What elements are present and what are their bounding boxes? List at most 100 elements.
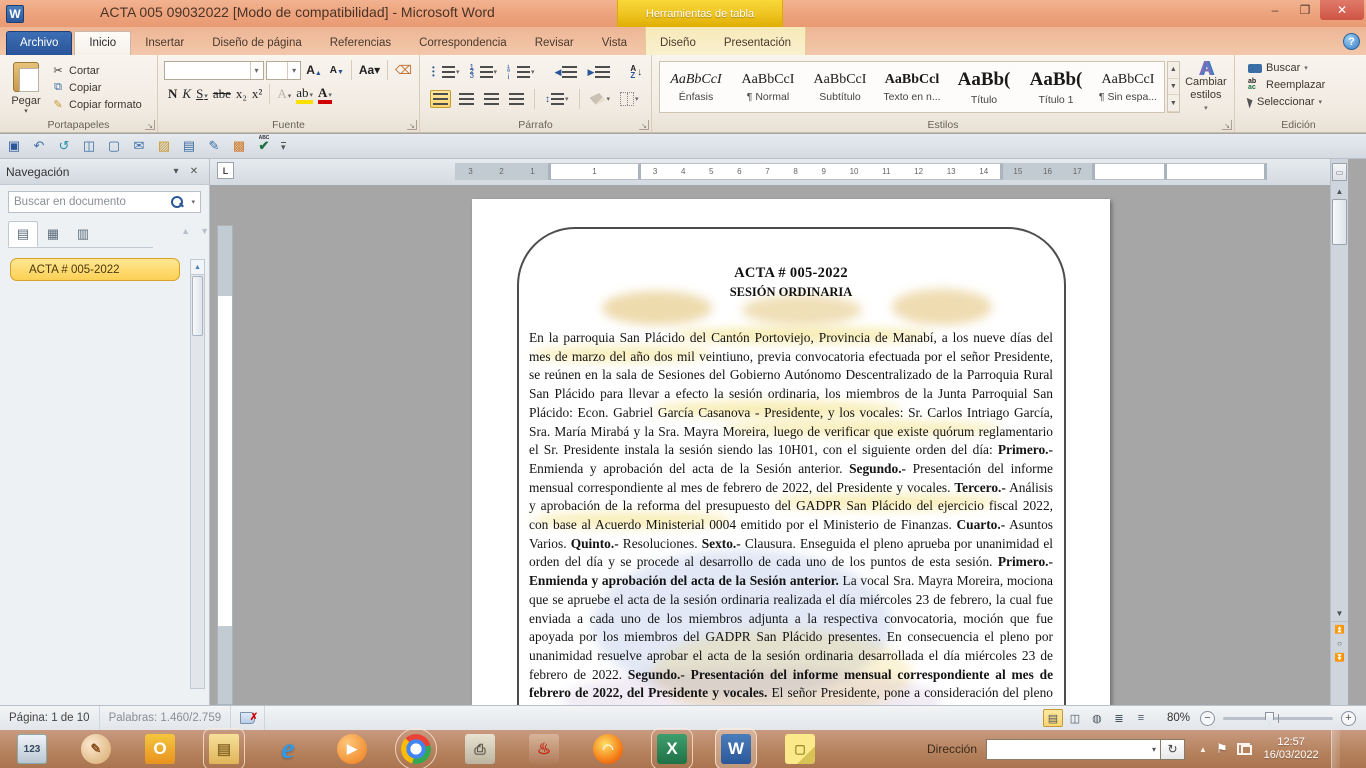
word-icon[interactable]: W xyxy=(721,734,751,764)
bullets-button[interactable]: •••▾ xyxy=(430,64,462,80)
scrollbar-thumb[interactable] xyxy=(192,276,203,336)
decrease-indent-button[interactable]: ◀ xyxy=(553,64,580,80)
address-input[interactable]: ▾ xyxy=(986,739,1161,760)
zoom-in-icon[interactable]: + xyxy=(1341,711,1356,726)
page-count[interactable]: Página: 1 de 10 xyxy=(0,706,100,730)
sort-button[interactable]: AZ↓ xyxy=(628,63,644,81)
show-desktop-button[interactable] xyxy=(1331,730,1340,768)
tab-diseño-de-página[interactable]: Diseño de página xyxy=(198,32,316,55)
change-styles-button[interactable]: A Cambiar estilos ▾ xyxy=(1182,58,1230,116)
scroll-up-icon[interactable]: ▲ xyxy=(1331,183,1348,199)
tab-vista[interactable]: Vista xyxy=(588,32,641,55)
navigation-pane-scrollbar[interactable]: ▲ xyxy=(190,259,205,689)
save-icon[interactable]: ▣ xyxy=(3,136,25,156)
format-painter-button[interactable]: ✎Copiar formato xyxy=(48,97,145,112)
zoom-out-icon[interactable]: − xyxy=(1200,711,1215,726)
calculator-icon[interactable]: 123 xyxy=(17,734,47,764)
open-icon[interactable]: ▨ xyxy=(153,136,175,156)
underline-button[interactable]: S▾ xyxy=(196,86,208,102)
paint-icon[interactable]: ✎ xyxy=(81,734,111,764)
scrollbar-thumb[interactable] xyxy=(1332,199,1347,245)
dialog-launcher-icon[interactable] xyxy=(639,120,649,130)
scroll-down-icon[interactable]: ▼ xyxy=(1331,605,1348,621)
dialog-launcher-icon[interactable] xyxy=(1222,120,1232,130)
highlight-button[interactable]: ab▾ xyxy=(296,85,313,104)
styles-more-icon[interactable]: ▼ xyxy=(1168,95,1179,112)
wmp-icon[interactable]: ▶ xyxy=(337,734,367,764)
text-effects-button[interactable]: A▾ xyxy=(277,86,291,102)
navigation-pane-close-icon[interactable]: ✕ xyxy=(185,166,203,177)
notes-icon[interactable]: ▢ xyxy=(785,734,815,764)
spell-check-status[interactable] xyxy=(231,706,265,730)
align-right-button[interactable] xyxy=(482,91,501,107)
print-icon[interactable]: ▤ xyxy=(178,136,200,156)
font-size-combo[interactable]: ▾ xyxy=(266,61,302,80)
special-icon[interactable]: ▩ xyxy=(228,136,250,156)
document-search-input[interactable]: Buscar en documento ▾ xyxy=(8,191,201,213)
scanner-icon[interactable]: ⎙ xyxy=(465,734,495,764)
grow-font-button[interactable]: A▲ xyxy=(303,62,325,78)
select-button[interactable]: Seleccionar▾ xyxy=(1245,95,1358,109)
edit-icon[interactable]: ✎ xyxy=(203,136,225,156)
new-document-icon[interactable]: ▢ xyxy=(103,136,125,156)
search-icon[interactable] xyxy=(171,196,183,208)
superscript-button[interactable]: x² xyxy=(252,86,262,102)
cut-button[interactable]: ✂Cortar xyxy=(48,63,145,78)
vertical-ruler[interactable] xyxy=(217,225,233,705)
bold-button[interactable]: N xyxy=(168,86,177,102)
tab-revisar[interactable]: Revisar xyxy=(521,32,588,55)
nav-heading-item[interactable]: ACTA # 005-2022 xyxy=(10,258,180,281)
find-button[interactable]: Buscar▾ xyxy=(1245,61,1358,75)
dialog-launcher-icon[interactable] xyxy=(145,120,155,130)
help-icon[interactable]: ? xyxy=(1343,33,1360,50)
browse-pages-tab[interactable]: ▦ xyxy=(38,221,68,247)
full-screen-reading-view-icon[interactable]: ◫ xyxy=(1065,709,1085,727)
style-item[interactable]: AaBbCcIÉnfasis xyxy=(660,62,732,112)
navigation-pane-menu-icon[interactable]: ▾ xyxy=(167,166,185,177)
shading-button[interactable]: ▾ xyxy=(588,91,613,107)
styles-gallery-scroll[interactable]: ▲ ▼ ▼ xyxy=(1167,61,1180,113)
next-page-icon[interactable]: ⏬ xyxy=(1331,650,1348,664)
excel-icon[interactable]: X xyxy=(657,734,687,764)
web-layout-view-icon[interactable]: ◍ xyxy=(1087,709,1107,727)
browse-object-icon[interactable]: ○ xyxy=(1331,636,1348,650)
zoom-level[interactable]: 80% xyxy=(1167,712,1190,724)
firefox-icon[interactable]: ◠ xyxy=(593,734,623,764)
dialog-launcher-icon[interactable] xyxy=(407,120,417,130)
taskbar-clock[interactable]: 12:57 16/03/2022 xyxy=(1264,736,1319,762)
contextual-tab-presentación[interactable]: Presentación xyxy=(710,32,805,55)
shredder-icon[interactable]: ♨ xyxy=(529,734,559,764)
word-count[interactable]: Palabras: 1.460/2.759 xyxy=(100,706,232,730)
tab-archivo[interactable]: Archivo xyxy=(6,31,72,55)
refresh-icon[interactable]: ↻ xyxy=(1161,739,1185,760)
outline-view-icon[interactable]: ≣ xyxy=(1109,709,1129,727)
tab-selector[interactable]: L xyxy=(217,162,234,179)
chrome-icon[interactable] xyxy=(401,734,431,764)
style-item[interactable]: AaBbCcISubtítulo xyxy=(804,62,876,112)
previous-page-icon[interactable]: ⏫ xyxy=(1331,622,1348,636)
minimize-button[interactable]: – xyxy=(1260,0,1290,20)
ruler-toggle-icon[interactable]: ▭ xyxy=(1332,163,1347,181)
style-item[interactable]: AaBb(Título xyxy=(948,62,1020,112)
close-button[interactable]: ✕ xyxy=(1320,0,1364,20)
multilevel-list-button[interactable]: ¹ª¡▾ xyxy=(505,64,537,80)
change-case-button[interactable]: Aa▾ xyxy=(356,62,383,78)
hidden-icons-arrow[interactable]: ▲ xyxy=(1199,745,1207,754)
align-left-button[interactable] xyxy=(430,90,451,108)
tab-correspondencia[interactable]: Correspondencia xyxy=(405,32,521,55)
scroll-up-icon[interactable]: ▲ xyxy=(191,260,204,275)
browse-results-tab[interactable]: ▥ xyxy=(68,221,98,247)
print-layout-view-icon[interactable]: ▤ xyxy=(1043,709,1063,727)
redo-icon[interactable]: ↺ xyxy=(53,136,75,156)
ie-icon[interactable]: e xyxy=(273,734,303,764)
clear-formatting-icon[interactable]: ⌫ xyxy=(392,62,415,78)
document-page[interactable]: ACTA # 005-2022 SESIÓN ORDINARIA En la p… xyxy=(472,199,1110,705)
style-item[interactable]: AaBbCclTexto en n... xyxy=(876,62,948,112)
restore-button[interactable]: ❐ xyxy=(1290,0,1320,20)
outlook-icon[interactable]: O xyxy=(145,734,175,764)
style-item[interactable]: AaBbCcI¶ Sin espa... xyxy=(1092,62,1164,112)
borders-button[interactable]: ▾ xyxy=(618,90,641,108)
browse-headings-tab[interactable]: ▤ xyxy=(8,221,38,247)
styles-scroll-down-icon[interactable]: ▼ xyxy=(1168,79,1179,96)
italic-button[interactable]: K xyxy=(182,86,191,102)
